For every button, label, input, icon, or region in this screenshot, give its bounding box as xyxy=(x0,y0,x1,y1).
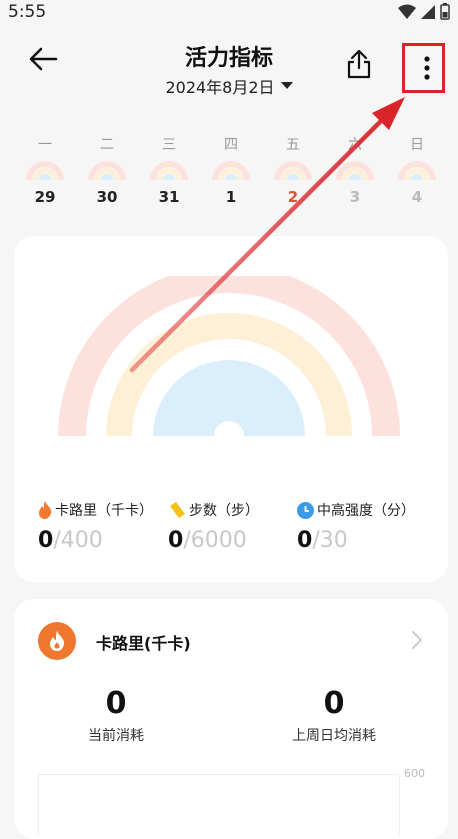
share-button[interactable] xyxy=(344,48,378,82)
metric-label: 中高强度（分） xyxy=(317,503,415,519)
stat-label: 当前消耗 xyxy=(88,728,144,744)
stat-value: 0 xyxy=(323,686,345,721)
day-name: 六 xyxy=(348,137,362,153)
day-item-thu[interactable]: 四 1 xyxy=(200,134,262,206)
day-number-selected: 2 xyxy=(287,188,299,206)
flame-icon xyxy=(39,501,52,519)
battery-icon xyxy=(440,3,450,20)
intensity-ring xyxy=(153,360,305,436)
calorie-card-title: 卡路里(千卡) xyxy=(96,634,191,653)
wifi-icon xyxy=(398,4,416,19)
metric-current: 0 xyxy=(168,528,184,553)
intensity-metric: 中高强度（分） 0/30 xyxy=(297,500,415,553)
metric-goal: /30 xyxy=(312,528,348,553)
signal-icon xyxy=(421,4,435,19)
activity-rainbow-chart xyxy=(58,276,400,436)
metric-label: 卡路里（千卡） xyxy=(55,503,153,519)
mini-rainbow-icon xyxy=(274,161,312,180)
mini-rainbow-icon xyxy=(150,161,188,180)
week-selector: 一 29 二 30 三 31 四 1 五 2 六 3 日 4 xyxy=(14,134,448,206)
day-item-wed[interactable]: 三 31 xyxy=(138,134,200,206)
day-name: 三 xyxy=(162,137,176,153)
date-selector[interactable]: 2024年8月2日 xyxy=(0,74,458,98)
metric-goal: /6000 xyxy=(183,528,247,553)
last-week-average: 0 上周日均消耗 xyxy=(264,686,404,745)
day-number: 4 xyxy=(411,188,423,206)
calorie-chart-area xyxy=(38,774,400,835)
metric-current: 0 xyxy=(297,528,313,553)
day-name: 四 xyxy=(224,137,238,153)
stat-label: 上周日均消耗 xyxy=(292,728,376,744)
day-item-sat[interactable]: 六 3 xyxy=(324,134,386,206)
day-name: 二 xyxy=(100,137,114,153)
day-item-mon[interactable]: 一 29 xyxy=(14,134,76,206)
status-time: 5:55 xyxy=(8,2,47,22)
date-label: 2024年8月2日 xyxy=(165,78,275,97)
day-item-fri[interactable]: 五 2 xyxy=(262,134,324,206)
stat-value: 0 xyxy=(105,686,127,721)
clock-icon xyxy=(297,501,314,519)
day-name: 日 xyxy=(410,137,424,153)
caret-down-icon xyxy=(280,82,293,89)
calorie-card-icon xyxy=(38,622,76,660)
day-number: 3 xyxy=(349,188,361,206)
day-number: 29 xyxy=(34,188,56,206)
steps-metric: 步数（步） 0/6000 xyxy=(168,500,259,553)
day-number: 1 xyxy=(225,188,237,206)
mini-rainbow-icon xyxy=(398,161,436,180)
mini-rainbow-icon xyxy=(88,161,126,180)
day-name: 一 xyxy=(38,137,52,153)
day-name: 五 xyxy=(286,137,300,153)
day-number: 30 xyxy=(96,188,118,206)
current-consumption: 0 当前消耗 xyxy=(46,686,186,745)
day-item-sun[interactable]: 日 4 xyxy=(386,134,448,206)
calorie-metric: 卡路里（千卡） 0/400 xyxy=(38,500,153,553)
shoe-icon xyxy=(170,502,185,518)
status-icons xyxy=(398,3,450,20)
metric-label: 步数（步） xyxy=(189,503,259,519)
chevron-right-icon[interactable] xyxy=(410,628,424,652)
mini-rainbow-icon xyxy=(212,161,250,180)
mini-rainbow-icon xyxy=(336,161,374,180)
page-title: 活力指标 xyxy=(184,46,273,71)
day-item-tue[interactable]: 二 30 xyxy=(76,134,138,206)
share-icon xyxy=(347,49,371,79)
metric-current: 0 xyxy=(38,528,54,553)
flame-icon xyxy=(50,631,65,651)
metric-goal: /400 xyxy=(53,528,103,553)
axis-max-label: 600 xyxy=(404,767,425,780)
mini-rainbow-icon xyxy=(26,161,64,180)
annotation-highlight-box xyxy=(402,43,445,93)
day-number: 31 xyxy=(158,188,180,206)
